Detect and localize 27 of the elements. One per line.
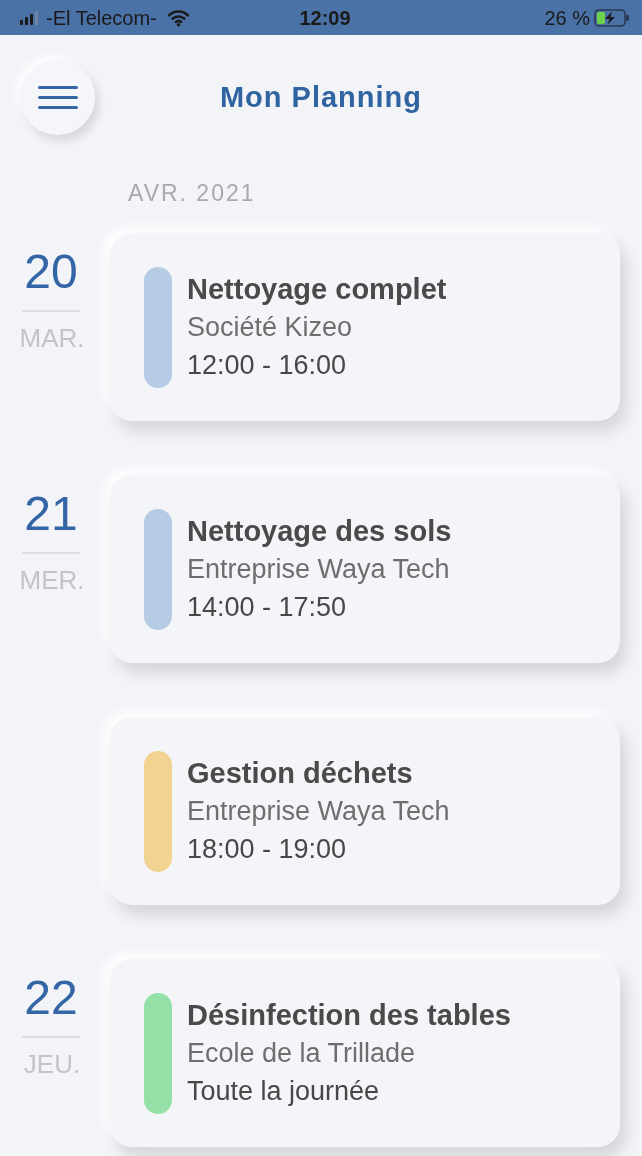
event-client: Société Kizeo xyxy=(187,311,354,344)
event-card[interactable]: Nettoyage complet Société Kizeo 12:00 - 16:00 xyxy=(110,233,620,421)
event-card[interactable]: Nettoyage des sols Entreprise Waya Tech 14:00 - 17:50 xyxy=(110,475,620,663)
carrier-name: -El Telecom- xyxy=(46,5,157,30)
event-client: Ecole de la Trillade xyxy=(187,1037,417,1070)
clock-time: 12:09 xyxy=(299,5,351,30)
month-label: AVR. 2021 xyxy=(128,180,257,206)
page-title: Mon Planning xyxy=(219,81,423,114)
event-title: Gestion déchets xyxy=(187,756,414,791)
day-number: 21 xyxy=(24,488,78,540)
event-time: 18:00 - 19:00 xyxy=(187,833,348,866)
event-title: Nettoyage des sols xyxy=(187,514,452,549)
event-card[interactable]: Désinfection des tables Ecole de la Trillade Toute la journée xyxy=(110,959,620,1147)
event-card[interactable]: Gestion déchets Entreprise Waya Tech 18:00 - 19:00 xyxy=(110,717,620,905)
menu-icon xyxy=(37,86,78,109)
event-title: Désinfection des tables xyxy=(187,998,511,1033)
day-number: 22 xyxy=(24,972,78,1024)
day-number: 20 xyxy=(24,246,78,298)
event-time: 14:00 - 17:50 xyxy=(187,591,348,624)
event-time: 12:00 - 16:00 xyxy=(187,349,348,382)
battery-percent: 26 % xyxy=(544,5,590,30)
event-title: Nettoyage complet xyxy=(187,272,447,307)
wifi-icon xyxy=(166,8,190,27)
event-time: Toute la journée xyxy=(187,1075,381,1108)
signal-icon xyxy=(20,10,38,25)
event-client: Entreprise Waya Tech xyxy=(187,553,451,586)
event-client: Entreprise Waya Tech xyxy=(187,795,450,828)
